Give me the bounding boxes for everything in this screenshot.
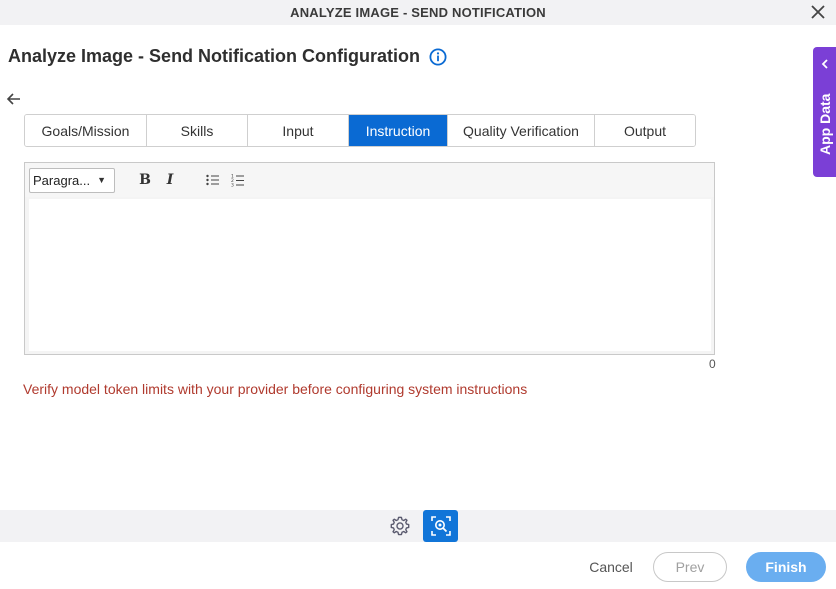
gear-icon: [390, 516, 410, 536]
caret-down-icon: ▼: [97, 175, 106, 185]
page-heading: Analyze Image - Send Notification Config…: [8, 46, 447, 67]
app-data-panel-toggle[interactable]: App Data: [813, 47, 836, 177]
tab-label: Instruction: [365, 122, 431, 139]
settings-button[interactable]: [389, 515, 411, 537]
token-limit-warning: Verify model token limits with your prov…: [23, 381, 528, 397]
bottom-toolbar: [0, 510, 836, 542]
config-tabs: Goals/Mission Skills Input Instruction Q…: [24, 114, 696, 147]
ai-image-search-icon: [430, 516, 451, 536]
chevron-left-icon: [821, 59, 828, 69]
app-data-label: App Data: [817, 93, 833, 155]
bullet-list-icon: [206, 174, 219, 186]
numbered-list-icon: 1 2 3: [231, 174, 244, 188]
bold-label: B: [139, 172, 151, 188]
italic-label: I: [166, 172, 174, 188]
tab-input[interactable]: Input: [248, 115, 349, 146]
instruction-editor: Paragra... ▼ B I 1 2 3: [24, 162, 715, 355]
bullet-list-button[interactable]: [204, 171, 222, 189]
window-title: ANALYZE IMAGE - SEND NOTIFICATION: [290, 5, 546, 20]
arrow-left-icon: [6, 93, 20, 105]
editor-toolbar: Paragra... ▼ B I 1 2 3: [25, 163, 714, 197]
tab-quality-verification[interactable]: Quality Verification: [448, 115, 595, 146]
close-button[interactable]: [808, 2, 828, 22]
page-title: Analyze Image - Send Notification Config…: [8, 46, 421, 66]
editor-content-area[interactable]: [29, 199, 711, 351]
tab-output[interactable]: Output: [595, 115, 695, 146]
italic-button[interactable]: I: [161, 171, 179, 189]
tab-goals-mission[interactable]: Goals/Mission: [25, 115, 147, 146]
back-button[interactable]: [6, 91, 22, 107]
tab-instruction[interactable]: Instruction: [349, 115, 448, 146]
tab-label: Skills: [180, 122, 214, 139]
character-count: 0: [709, 357, 716, 371]
tab-label: Input: [282, 122, 314, 139]
tab-label: Goals/Mission: [41, 122, 130, 139]
prev-button[interactable]: Prev: [653, 552, 727, 582]
numbered-list-button[interactable]: 1 2 3: [229, 171, 247, 189]
tab-skills[interactable]: Skills: [147, 115, 248, 146]
ai-image-search-button[interactable]: [423, 510, 458, 542]
info-icon[interactable]: [429, 48, 447, 66]
paragraph-format-select[interactable]: Paragra... ▼: [29, 168, 115, 193]
close-icon: [811, 5, 825, 19]
window-titlebar: ANALYZE IMAGE - SEND NOTIFICATION: [0, 0, 836, 25]
cancel-button[interactable]: Cancel: [584, 553, 638, 581]
svg-text:3: 3: [231, 183, 234, 188]
format-select-value: Paragra...: [33, 173, 91, 188]
bold-button[interactable]: B: [136, 171, 154, 189]
finish-button[interactable]: Finish: [746, 552, 826, 582]
tab-label: Output: [623, 122, 667, 139]
tab-label: Quality Verification: [463, 122, 579, 139]
